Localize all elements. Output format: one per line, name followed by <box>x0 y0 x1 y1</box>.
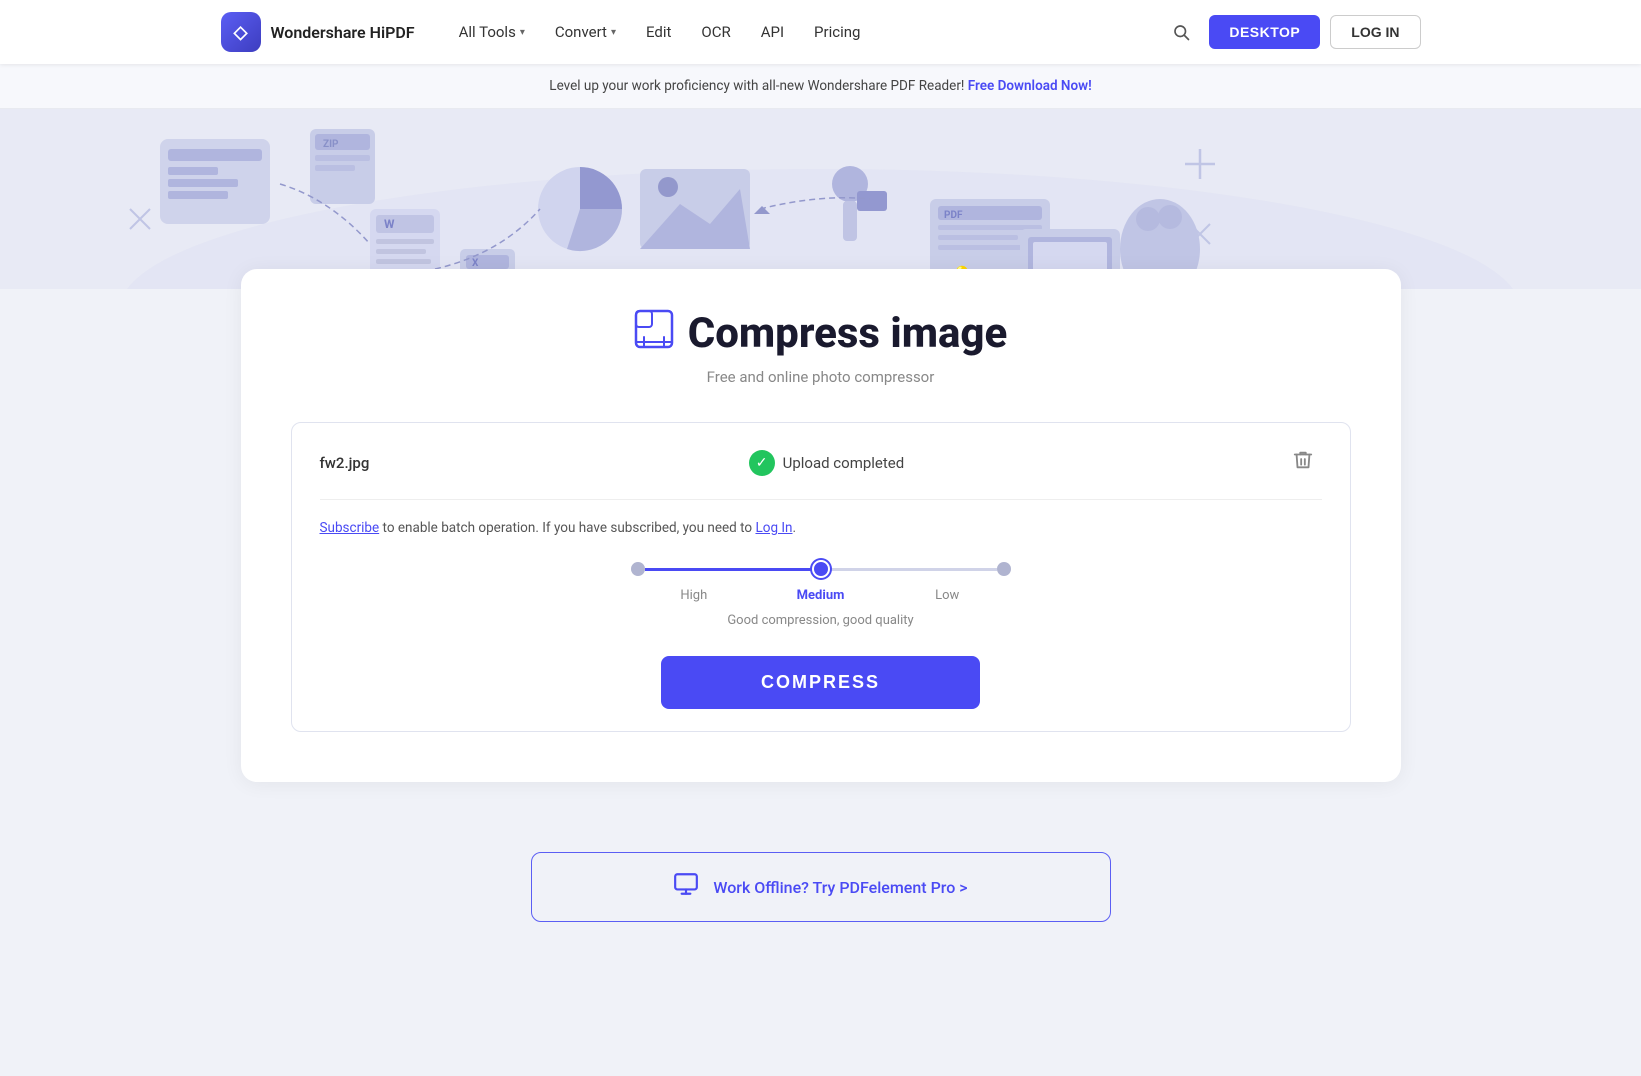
compression-control: High Medium Low Good compression, good q… <box>320 560 1322 628</box>
svg-text:W: W <box>384 217 395 231</box>
page-subtitle: Free and online photo compressor <box>291 368 1351 386</box>
upload-header: fw2.jpg ✓ Upload completed <box>320 445 1322 500</box>
label-low[interactable]: Low <box>884 588 1011 603</box>
brand-name: Wondershare HiPDF <box>271 23 415 42</box>
offline-banner[interactable]: Work Offline? Try PDFelement Pro > <box>531 852 1111 922</box>
hero-illustration: ZIP W X PDF 💡 <box>0 109 1641 289</box>
label-high[interactable]: High <box>631 588 758 603</box>
search-button[interactable] <box>1163 14 1199 50</box>
file-name: fw2.jpg <box>320 454 370 472</box>
check-circle-icon: ✓ <box>749 450 775 476</box>
trash-icon <box>1292 449 1314 471</box>
hero-svg: ZIP W X PDF 💡 <box>0 109 1641 289</box>
page-title: Compress image <box>291 309 1351 358</box>
logo-icon: ◇ <box>221 12 261 52</box>
subscribe-note: Subscribe to enable batch operation. If … <box>320 520 1322 536</box>
search-icon <box>1172 23 1190 41</box>
compression-description: Good compression, good quality <box>727 613 913 628</box>
login-button[interactable]: LOG IN <box>1330 15 1420 49</box>
monitor-icon <box>673 871 699 903</box>
nav-pricing[interactable]: Pricing <box>800 15 874 49</box>
slider-line-right <box>830 568 997 571</box>
chevron-down-icon: ▾ <box>611 27 616 38</box>
main-content: Compress image Free and online photo com… <box>0 289 1641 982</box>
slider-labels: High Medium Low <box>631 588 1011 603</box>
navbar: ◇ Wondershare HiPDF All Tools ▾ Convert … <box>0 0 1641 64</box>
desktop-icon <box>673 871 699 897</box>
svg-text:PDF: PDF <box>944 210 963 221</box>
svg-text:ZIP: ZIP <box>323 139 339 150</box>
nav-convert[interactable]: Convert ▾ <box>541 15 630 49</box>
download-link[interactable]: Free Download Now! <box>968 78 1092 94</box>
svg-text:X: X <box>472 258 479 269</box>
nav-all-tools[interactable]: All Tools ▾ <box>445 15 539 49</box>
nav-actions: DESKTOP LOG IN <box>1163 14 1420 50</box>
nav-ocr[interactable]: OCR <box>687 15 744 49</box>
high-dot <box>631 562 645 576</box>
upload-status: ✓ Upload completed <box>749 450 905 476</box>
upload-area: fw2.jpg ✓ Upload completed Subscribe <box>291 422 1351 732</box>
nav-api[interactable]: API <box>747 15 798 49</box>
compress-button[interactable]: COMPRESS <box>661 656 980 709</box>
chevron-down-icon: ▾ <box>520 27 525 38</box>
main-card: Compress image Free and online photo com… <box>241 269 1401 782</box>
desktop-button[interactable]: DESKTOP <box>1209 15 1320 49</box>
delete-file-button[interactable] <box>1284 445 1322 481</box>
medium-dot <box>812 560 830 578</box>
nav-links: All Tools ▾ Convert ▾ Edit OCR API Prici… <box>445 15 1158 49</box>
compress-image-icon <box>634 309 674 358</box>
nav-edit[interactable]: Edit <box>632 15 685 49</box>
logo[interactable]: ◇ Wondershare HiPDF <box>221 12 415 52</box>
image-icon <box>634 309 674 349</box>
compression-slider[interactable] <box>631 560 1011 578</box>
slider-line-left <box>645 568 812 571</box>
offline-label: Work Offline? Try PDFelement Pro > <box>713 878 967 897</box>
subscribe-link[interactable]: Subscribe <box>320 520 380 536</box>
label-medium[interactable]: Medium <box>757 588 884 603</box>
low-dot <box>997 562 1011 576</box>
login-link[interactable]: Log In <box>755 520 792 536</box>
promo-banner: Level up your work proficiency with all-… <box>0 64 1641 109</box>
